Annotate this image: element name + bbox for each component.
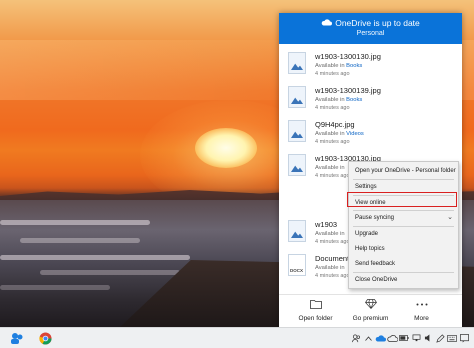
onedrive-cloud-icon[interactable] [374,328,386,348]
folder-link[interactable]: Books [346,63,362,69]
account-name: Personal [356,30,385,37]
file-location: Available in Books [315,63,363,69]
context-menu: Open your OneDrive - Personal folder Set… [348,161,459,289]
file-location: Available in [315,165,345,171]
people-icon[interactable] [350,328,362,348]
file-item[interactable]: Q9H4pc.jpg Available in Videos 4 minutes… [279,116,462,150]
image-file-icon [288,120,306,142]
image-file-icon [288,220,306,242]
menu-item-close-onedrive[interactable]: Close OneDrive [349,273,458,287]
sync-status-text: OneDrive is up to date [335,18,420,28]
file-time: 4 minutes ago [315,173,350,179]
file-time: 4 minutes ago [315,71,350,77]
volume-icon[interactable] [422,328,434,348]
chevron-up-icon[interactable] [362,328,374,348]
file-location: Available in Books [315,97,363,103]
flyout-footer: Open folder Go premium More [279,294,462,327]
chrome-icon[interactable] [34,328,56,348]
people-app-icon[interactable] [6,328,28,348]
taskbar [0,327,474,348]
menu-item-upgrade[interactable]: Upgrade [349,227,458,241]
folder-link[interactable]: Videos [346,131,364,137]
file-time: 4 minutes ago [315,139,350,145]
file-item[interactable]: w1903-1300139.jpg Available in Books 4 m… [279,82,462,116]
file-item[interactable]: w1903-1300130.jpg Available in Books 4 m… [279,48,462,82]
flyout-header: OneDrive is up to date Personal [279,13,462,44]
document-file-icon: DOCX [288,254,306,276]
image-file-icon [288,86,306,108]
more-button[interactable]: More [391,295,452,328]
file-name: Q9H4pc.jpg [315,120,355,129]
cloud-icon [321,18,333,28]
battery-icon[interactable] [398,328,410,348]
file-name: w1903-1300139.jpg [315,86,381,95]
open-folder-label: Open folder [298,315,333,322]
notification-icon[interactable] [458,328,470,348]
more-label: More [414,315,429,322]
file-location: Available in Videos [315,131,364,137]
keyboard-icon[interactable] [446,328,458,348]
menu-item-help-topics[interactable]: Help topics [349,242,458,256]
sync-status: OneDrive is up to date [279,18,462,28]
file-time: 4 minutes ago [315,273,350,279]
folder-link[interactable]: Books [346,97,362,103]
file-name: w1903 [315,220,338,229]
folder-icon [285,298,346,310]
pen-icon[interactable] [434,328,446,348]
menu-item-pause-syncing[interactable]: Pause syncing ⌄ [349,211,458,225]
menu-item-send-feedback[interactable]: Send feedback [349,257,458,271]
file-time: 4 minutes ago [315,239,350,245]
more-icon [391,298,452,310]
cloud-outline-icon[interactable] [386,328,398,348]
file-name: Document [315,254,350,263]
image-file-icon [288,52,306,74]
file-time: 4 minutes ago [315,105,350,111]
file-location: Available in [315,265,345,271]
file-location: Available in [315,231,345,237]
image-file-icon [288,154,306,176]
file-name: w1903-1300130.jpg [315,52,381,61]
chevron-down-icon: ⌄ [447,214,453,221]
menu-item-open-folder[interactable]: Open your OneDrive - Personal folder [349,164,458,178]
network-icon[interactable] [410,328,422,348]
system-tray [350,328,474,348]
open-folder-button[interactable]: Open folder [285,295,346,328]
view-online-highlight [347,192,457,207]
sun [195,128,257,168]
